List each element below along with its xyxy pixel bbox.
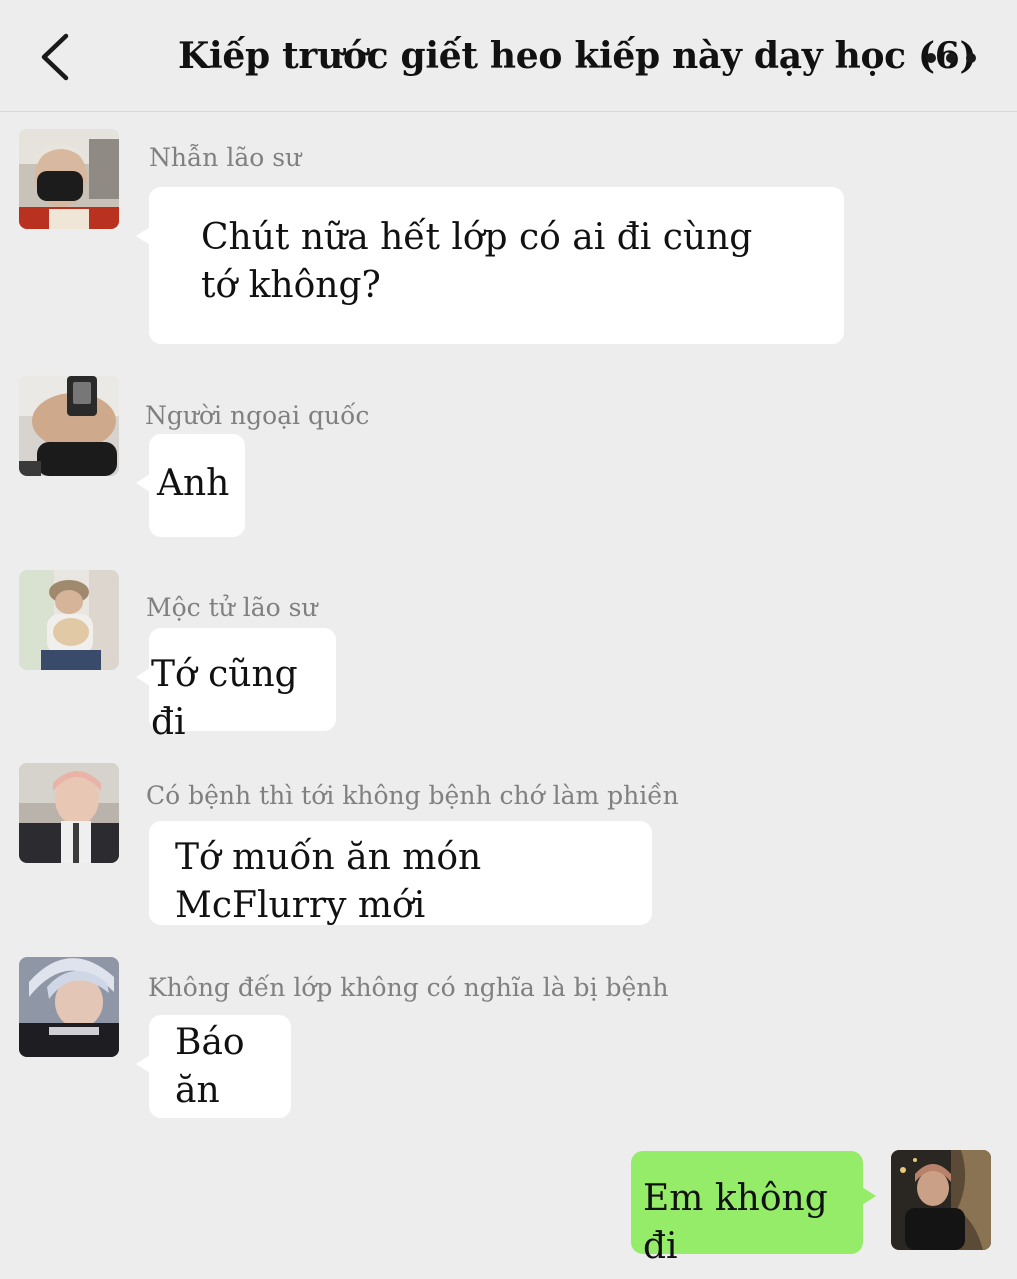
back-button[interactable] [30,30,80,84]
sender-name: Người ngoại quốc [145,401,370,430]
message-bubble[interactable]: Tớ muốn ăn món McFlurry mới [149,821,652,925]
message-bubble[interactable]: Báo ăn [136,1015,291,1118]
avatar[interactable] [19,376,119,476]
message-text: Chút nữa hết lớp có ai đi cùng tớ không? [201,217,753,306]
more-dots-icon [926,53,976,63]
message-bubble[interactable]: Tớ cũng đi [136,628,336,743]
message-bubble-outgoing[interactable]: Em không đi [631,1151,876,1267]
sender-name: Không đến lớp không có nghĩa là bị bệnh [148,973,669,1002]
message-text: Báo ăn [175,1022,245,1111]
avatar[interactable] [19,957,119,1057]
message-text: Anh [157,463,230,504]
sender-name: Nhẫn lão sư [149,143,302,172]
avatar[interactable] [19,570,119,670]
message-text: Tớ muốn ăn món McFlurry mới [175,837,482,925]
avatar[interactable] [19,763,119,863]
sender-name: Mộc tử lão sư [146,593,318,622]
message-text: Em không đi [643,1178,828,1267]
chat-title: Kiếp trước giết heo kiếp này dạy học (6) [178,35,977,77]
more-button[interactable] [920,40,980,76]
avatar[interactable] [19,129,119,229]
message-bubble[interactable]: Chút nữa hết lớp có ai đi cùng tớ không? [136,187,844,344]
chat-header: Kiếp trước giết heo kiếp này dạy học (6) [0,0,1017,112]
message-text: Tớ cũng đi [151,654,298,743]
message-bubble[interactable]: Anh [136,434,245,537]
my-avatar[interactable] [891,1150,991,1250]
chevron-left-icon [41,33,69,81]
sender-name: Có bệnh thì tới không bệnh chớ làm phiền [146,781,679,810]
